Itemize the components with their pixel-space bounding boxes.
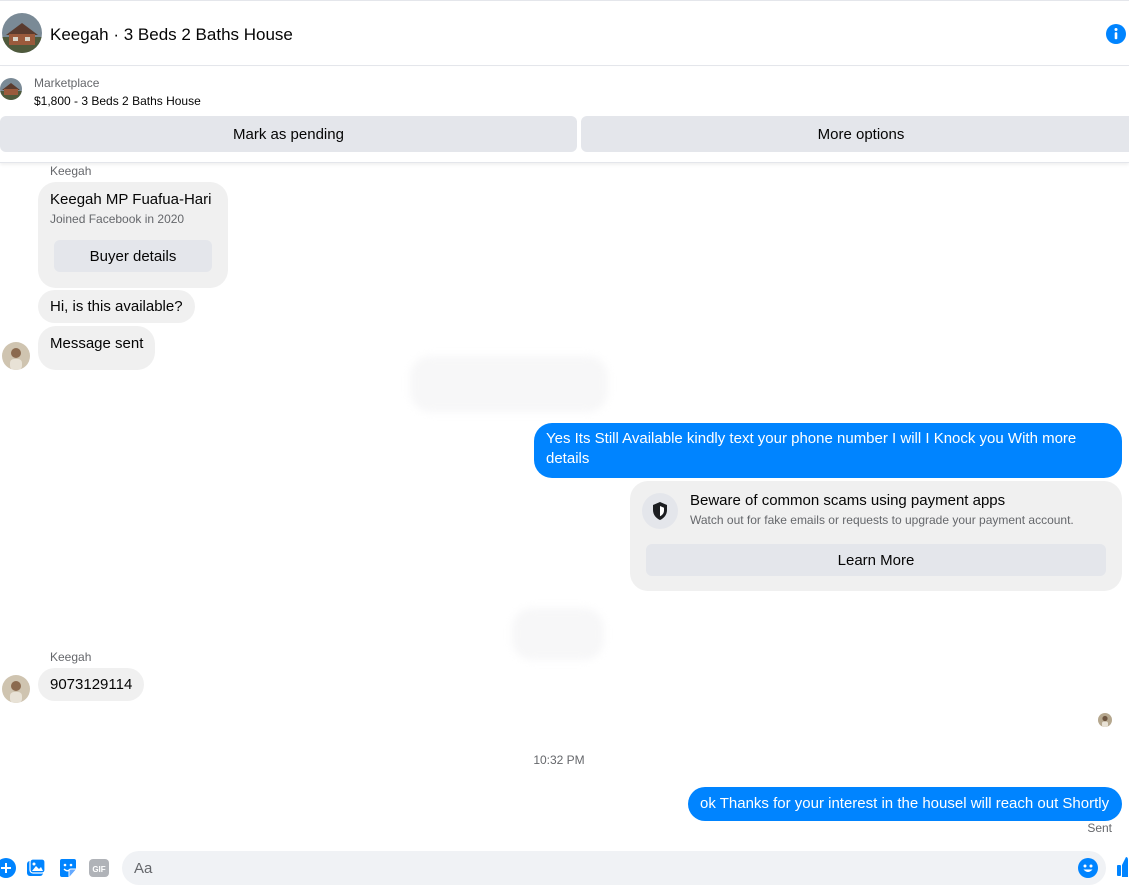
message-bubble-incoming[interactable]: Hi, is this available? (38, 290, 195, 323)
buyer-name: Keegah MP Fuafua-Hari (50, 191, 212, 208)
plus-icon[interactable] (0, 858, 16, 878)
sender-name: Keegah (50, 164, 92, 178)
message-input-wrapper (122, 851, 1106, 885)
conversation-header: Keegah · 3 Beds 2 Baths House (0, 0, 1129, 66)
sender-name: Keegah (50, 650, 92, 664)
listing-avatar[interactable] (2, 13, 42, 53)
conversation-title: Keegah · 3 Beds 2 Baths House (50, 25, 293, 44)
marketplace-label: Marketplace (34, 76, 100, 90)
message-timestamp: 10:32 PM (533, 753, 585, 767)
scam-warning-subtitle: Watch out for fake emails or requests to… (690, 513, 1074, 527)
mark-as-pending-button[interactable]: Mark as pending (0, 116, 577, 152)
scam-warning-card: Beware of common scams using payment app… (630, 481, 1122, 591)
sticker-icon[interactable] (58, 858, 78, 878)
message-bubble-incoming[interactable]: 9073129114 (38, 668, 145, 701)
gif-label: GIF (92, 865, 105, 874)
listing-thumbnail[interactable] (0, 78, 22, 100)
scam-warning-title: Beware of common scams using payment app… (690, 492, 1006, 509)
shield-icon (642, 493, 678, 529)
message-bubble-outgoing[interactable]: ok Thanks for your interest in the house… (688, 787, 1122, 821)
like-icon[interactable] (1115, 856, 1129, 877)
message-bubble-outgoing[interactable]: Yes Its Still Available kindly text your… (534, 423, 1122, 478)
message-bubble-incoming[interactable]: Message sent (38, 326, 156, 370)
emoji-icon[interactable] (1078, 858, 1098, 878)
learn-more-button[interactable]: Learn More (646, 544, 1106, 576)
buyer-info-card: Keegah MP Fuafua-Hari Joined Facebook in… (38, 182, 228, 288)
buyer-details-button[interactable]: Buyer details (54, 240, 212, 272)
message-composer: GIF (0, 846, 1129, 888)
blurred-content (410, 356, 608, 412)
sender-avatar[interactable] (2, 675, 30, 703)
photo-icon[interactable] (26, 858, 46, 878)
blurred-content (512, 608, 604, 660)
delivery-status: Sent (1087, 821, 1112, 835)
read-receipt-avatar (1098, 713, 1112, 727)
buyer-joined: Joined Facebook in 2020 (50, 212, 185, 226)
sender-avatar[interactable] (2, 342, 30, 370)
more-options-button[interactable]: More options (581, 116, 1129, 152)
gif-icon[interactable]: GIF (89, 858, 109, 878)
marketplace-panel: Marketplace $1,800 - 3 Beds 2 Baths Hous… (0, 67, 1129, 163)
message-input[interactable] (134, 851, 1064, 885)
listing-title[interactable]: $1,800 - 3 Beds 2 Baths House (34, 94, 201, 108)
info-icon[interactable] (1106, 24, 1126, 44)
